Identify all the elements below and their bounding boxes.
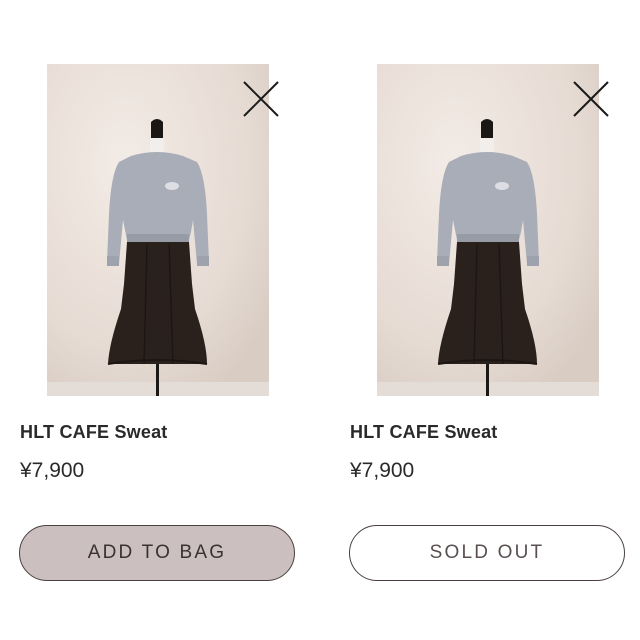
product-price: ¥7,900	[350, 459, 415, 482]
product-name[interactable]: HLT CAFE Sweat	[350, 422, 497, 443]
close-icon[interactable]	[572, 80, 610, 118]
product-name[interactable]: HLT CAFE Sweat	[20, 422, 167, 443]
product-photo	[47, 64, 269, 396]
product-photo	[377, 64, 599, 396]
product-image[interactable]	[377, 64, 599, 396]
sold-out-button: SOLD OUT	[349, 525, 625, 581]
close-icon[interactable]	[242, 80, 280, 118]
product-image[interactable]	[47, 64, 269, 396]
product-grid: HLT CAFE Sweat ¥7,900 ADD TO BAG HLT CAF…	[0, 0, 640, 640]
product-price: ¥7,900	[20, 459, 85, 482]
product-card: HLT CAFE Sweat ¥7,900 SOLD OUT	[348, 0, 638, 640]
product-card: HLT CAFE Sweat ¥7,900 ADD TO BAG	[18, 0, 308, 640]
add-to-bag-button[interactable]: ADD TO BAG	[19, 525, 295, 581]
